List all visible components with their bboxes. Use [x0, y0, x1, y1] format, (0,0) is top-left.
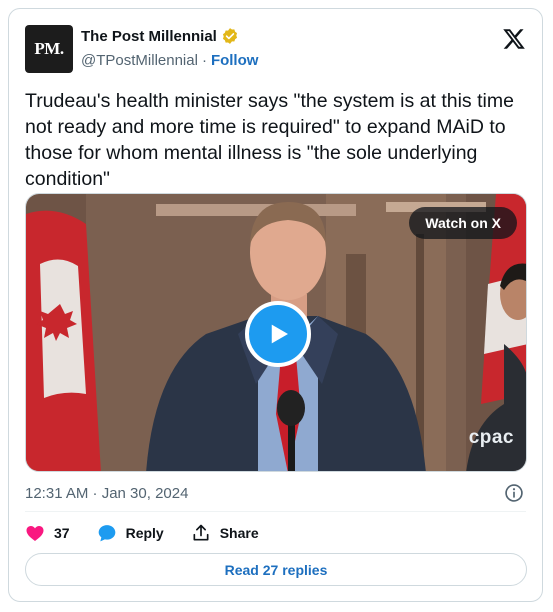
reply-button[interactable]: Reply — [97, 523, 164, 543]
tweet-timestamp[interactable]: 12:31 AM · Jan 30, 2024 — [25, 485, 188, 502]
share-icon — [193, 524, 209, 541]
reply-label: Reply — [125, 525, 164, 541]
info-icon[interactable] — [504, 483, 524, 503]
video-media[interactable]: Watch on X cpac — [25, 193, 527, 472]
author-handle-row: @TPostMillennial · Follow — [81, 52, 258, 69]
author-name[interactable]: The Post Millennial — [81, 28, 217, 45]
like-count: 37 — [54, 525, 70, 541]
action-bar: 37 Reply Share — [25, 521, 286, 545]
heart-icon — [26, 526, 44, 541]
play-button[interactable] — [245, 301, 311, 367]
author-name-row: The Post Millennial — [81, 27, 239, 45]
divider — [25, 511, 526, 512]
play-icon — [271, 324, 288, 344]
follow-button[interactable]: Follow — [211, 52, 259, 69]
verified-badge-icon — [222, 28, 237, 44]
share-label: Share — [219, 525, 259, 541]
author-handle[interactable]: @TPostMillennial — [81, 52, 198, 69]
tweet-card: PM. The Post Millennial @TPostMillennial… — [8, 8, 543, 602]
share-button[interactable]: Share — [191, 523, 259, 543]
handle-separator: · — [201, 52, 207, 69]
avatar[interactable]: PM. — [25, 25, 73, 73]
read-replies-button[interactable]: Read 27 replies — [25, 553, 527, 586]
tweet-text: Trudeau's health minister says "the syst… — [25, 90, 520, 190]
cpac-watermark: cpac — [468, 427, 514, 448]
like-button[interactable]: 37 — [25, 523, 70, 543]
x-logo-icon[interactable] — [502, 27, 526, 51]
watch-on-x-button[interactable]: Watch on X — [409, 207, 517, 239]
reply-bubble-icon — [98, 525, 115, 542]
